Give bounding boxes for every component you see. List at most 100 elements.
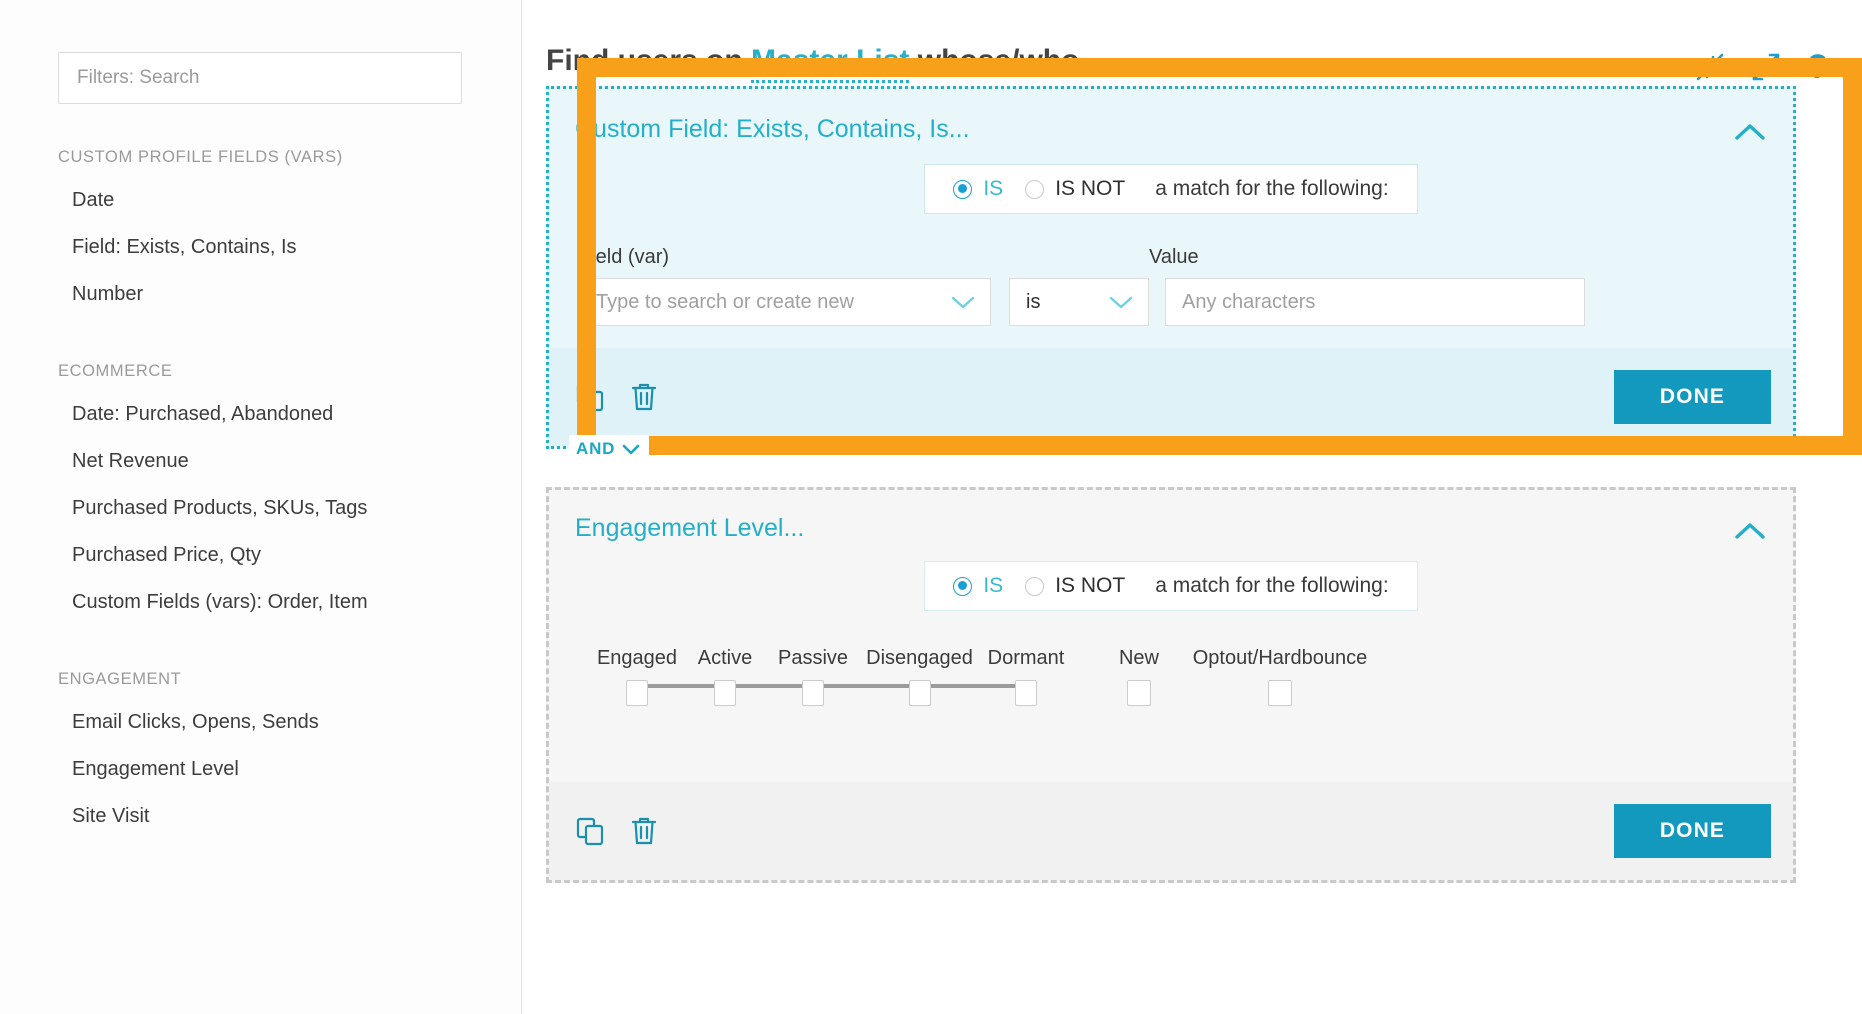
engagement-extra-checkboxes: New Optout/Hardbounce bbox=[1098, 647, 1380, 706]
connector-and-badge[interactable]: AND bbox=[569, 435, 649, 463]
slider-handle-active[interactable] bbox=[714, 680, 736, 706]
radio-is-indicator bbox=[953, 180, 972, 199]
card-title-engagement-level[interactable]: Engagement Level... bbox=[575, 514, 804, 543]
slider-handle-passive[interactable] bbox=[802, 680, 824, 706]
match-mode-row: IS IS NOT a match for the following: bbox=[549, 561, 1793, 617]
value-label: Value bbox=[1149, 246, 1585, 269]
filter-builder-app: CUSTOM PROFILE FIELDS (VARS) Date Field:… bbox=[0, 0, 1862, 1014]
condition-fields-row: Field (var) Type to search or create new bbox=[549, 220, 1793, 326]
slider-label-dormant: Dormant bbox=[982, 647, 1070, 670]
card-header: Custom Field: Exists, Contains, Is... bbox=[549, 89, 1793, 164]
slider-handles bbox=[593, 680, 1070, 706]
filter-main-panel: Find users on Master List whose/who... bbox=[522, 0, 1862, 1014]
trash-icon[interactable] bbox=[631, 382, 657, 412]
trash-icon[interactable] bbox=[631, 816, 657, 846]
master-list-link[interactable]: Master List bbox=[751, 44, 909, 83]
sidebar-group-custom-profile-fields: CUSTOM PROFILE FIELDS (VARS) Date Field:… bbox=[0, 148, 521, 318]
sidebar-item-field-exists-contains-is[interactable]: Field: Exists, Contains, Is bbox=[0, 224, 521, 271]
operator-select[interactable]: is bbox=[1009, 278, 1149, 326]
sidebar-item-net-revenue[interactable]: Net Revenue bbox=[0, 438, 521, 485]
engagement-slider-labels: Engaged Active Passive Disengaged Dorman… bbox=[593, 647, 1070, 670]
match-suffix-text: a match for the following: bbox=[1155, 177, 1388, 201]
radio-is-not-indicator bbox=[1025, 180, 1044, 199]
search-input[interactable] bbox=[58, 52, 462, 104]
page-title: Find users on Master List whose/who... bbox=[546, 44, 1104, 78]
filter-cards-container: Custom Field: Exists, Contains, Is... IS bbox=[522, 86, 1862, 883]
sidebar-item-engagement-level[interactable]: Engagement Level bbox=[0, 746, 521, 793]
value-group: Value Any characters bbox=[1149, 246, 1585, 326]
sidebar-item-date-purchased-abandoned[interactable]: Date: Purchased, Abandoned bbox=[0, 391, 521, 438]
checkbox-optout-hardbounce[interactable] bbox=[1268, 680, 1292, 706]
sidebar-group-heading: CUSTOM PROFILE FIELDS (VARS) bbox=[0, 148, 521, 167]
slider-label-disengaged: Disengaged bbox=[857, 647, 982, 670]
field-var-placeholder: Type to search or create new bbox=[596, 291, 854, 314]
match-mode-group: IS IS NOT a match for the following: bbox=[924, 561, 1417, 611]
chevron-down-icon bbox=[950, 294, 976, 310]
sidebar-item-email-clicks-opens-sends[interactable]: Email Clicks, Opens, Sends bbox=[0, 699, 521, 746]
radio-is-not-label: IS NOT bbox=[1055, 177, 1125, 201]
header-icon-group: ? bbox=[1695, 44, 1828, 84]
field-var-label: Field (var) bbox=[579, 246, 991, 269]
radio-is[interactable]: IS bbox=[953, 574, 1025, 598]
radio-is[interactable]: IS bbox=[953, 177, 1025, 201]
match-mode-group: IS IS NOT a match for the following: bbox=[924, 164, 1417, 214]
slider-label-active: Active bbox=[681, 647, 769, 670]
checkbox-group-optout-hardbounce: Optout/Hardbounce bbox=[1180, 647, 1380, 706]
field-var-combobox[interactable]: Type to search or create new bbox=[579, 278, 991, 326]
radio-is-not-label: IS NOT bbox=[1055, 574, 1125, 598]
expand-all-icon[interactable] bbox=[1751, 52, 1781, 82]
filters-sidebar: CUSTOM PROFILE FIELDS (VARS) Date Field:… bbox=[0, 0, 522, 1014]
sidebar-search-wrap bbox=[0, 52, 521, 104]
done-button-custom-field[interactable]: DONE bbox=[1614, 370, 1771, 424]
sidebar-item-purchased-price-qty[interactable]: Purchased Price, Qty bbox=[0, 532, 521, 579]
match-suffix-text: a match for the following: bbox=[1155, 574, 1388, 598]
checkbox-label-new: New bbox=[1119, 647, 1159, 670]
value-input[interactable]: Any characters bbox=[1165, 278, 1585, 326]
sidebar-item-number[interactable]: Number bbox=[0, 271, 521, 318]
field-var-group: Field (var) Type to search or create new bbox=[579, 246, 991, 326]
radio-is-not[interactable]: IS NOT bbox=[1025, 574, 1147, 598]
slider-label-engaged: Engaged bbox=[593, 647, 681, 670]
page-title-suffix: whose/who... bbox=[918, 44, 1105, 77]
sidebar-item-site-visit[interactable]: Site Visit bbox=[0, 793, 521, 840]
sidebar-item-custom-fields-order-item[interactable]: Custom Fields (vars): Order, Item bbox=[0, 579, 521, 626]
engagement-slider: Engaged Active Passive Disengaged Dorman… bbox=[593, 647, 1070, 706]
collapse-all-icon[interactable] bbox=[1695, 52, 1725, 82]
chevron-down-icon bbox=[622, 444, 640, 455]
radio-is-indicator bbox=[953, 577, 972, 596]
connector-label: AND bbox=[576, 439, 615, 459]
slider-handle-disengaged[interactable] bbox=[909, 680, 931, 706]
checkbox-group-new: New bbox=[1098, 647, 1180, 706]
operator-group: is bbox=[991, 278, 1149, 326]
card-footer: DONE bbox=[549, 348, 1793, 446]
checkbox-new[interactable] bbox=[1127, 680, 1151, 706]
sidebar-item-date[interactable]: Date bbox=[0, 177, 521, 224]
card-header: Engagement Level... bbox=[549, 490, 1793, 561]
radio-is-not[interactable]: IS NOT bbox=[1025, 177, 1147, 201]
slider-handle-engaged[interactable] bbox=[626, 680, 648, 706]
engagement-level-controls: Engaged Active Passive Disengaged Dorman… bbox=[549, 617, 1793, 706]
chevron-down-icon bbox=[1108, 294, 1134, 310]
value-placeholder: Any characters bbox=[1182, 291, 1315, 314]
operator-value: is bbox=[1026, 291, 1040, 314]
filter-card-engagement-level: Engagement Level... IS bbox=[546, 487, 1796, 883]
radio-is-label: IS bbox=[983, 177, 1003, 201]
done-button-engagement-level[interactable]: DONE bbox=[1614, 804, 1771, 858]
card-title-custom-field[interactable]: Custom Field: Exists, Contains, Is... bbox=[575, 115, 970, 144]
slider-handle-dormant[interactable] bbox=[1015, 680, 1037, 706]
slider-label-passive: Passive bbox=[769, 647, 857, 670]
copy-icon[interactable] bbox=[575, 382, 605, 412]
match-mode-row: IS IS NOT a match for the following: bbox=[549, 164, 1793, 220]
sidebar-item-purchased-products-skus-tags[interactable]: Purchased Products, SKUs, Tags bbox=[0, 485, 521, 532]
help-icon[interactable]: ? bbox=[1807, 50, 1828, 84]
spacer bbox=[549, 706, 1793, 760]
sidebar-group-engagement: ENGAGEMENT Email Clicks, Opens, Sends En… bbox=[0, 670, 521, 840]
chevron-up-icon[interactable] bbox=[1733, 115, 1767, 143]
copy-icon[interactable] bbox=[575, 816, 605, 846]
radio-is-not-indicator bbox=[1025, 577, 1044, 596]
chevron-up-icon[interactable] bbox=[1733, 514, 1767, 542]
filter-card-custom-field: Custom Field: Exists, Contains, Is... IS bbox=[546, 86, 1796, 449]
main-header: Find users on Master List whose/who... bbox=[522, 0, 1862, 84]
sidebar-group-heading: ECOMMERCE bbox=[0, 362, 521, 381]
radio-is-label: IS bbox=[983, 574, 1003, 598]
